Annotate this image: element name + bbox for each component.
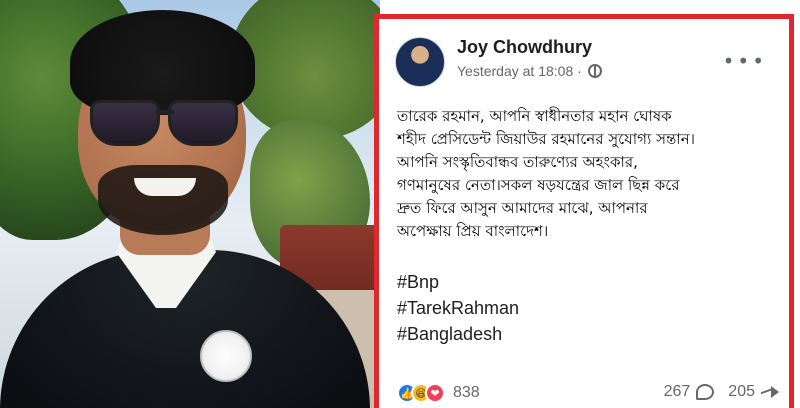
hashtag-link[interactable]: #Bnp xyxy=(397,269,519,295)
more-options-icon[interactable]: ••• xyxy=(723,51,767,71)
post-text-line: দ্রুত ফিরে আসুন আমাদের মাঝে, আপনার xyxy=(397,199,648,217)
author-avatar[interactable] xyxy=(395,37,445,87)
comment-icon xyxy=(696,384,715,400)
hashtag-link[interactable]: #TarekRahman xyxy=(397,295,519,321)
post-text-line: শহীদ প্রেসিডেন্ট জিয়াউর রহমানের সুযোগ্য… xyxy=(397,130,696,148)
lapel-badge xyxy=(200,330,252,382)
post-text-line: আপনি সংস্কৃতিবান্ধব তারুণ্যের অহংকার, xyxy=(397,153,638,171)
comment-count: 267 xyxy=(663,383,691,400)
reactions-summary[interactable]: 👍 😆 ❤ 838 xyxy=(397,383,480,403)
sunglasses-lens-right xyxy=(168,100,238,146)
author-name[interactable]: Joy Chowdhury xyxy=(457,37,592,58)
reaction-icons: 👍 😆 ❤ xyxy=(397,383,445,403)
post-stats: 267 205 xyxy=(664,383,779,401)
reaction-count: 838 xyxy=(453,384,480,401)
facebook-post-card: Joy Chowdhury Yesterday at 18:08 · ••• ত… xyxy=(374,14,794,408)
share-icon xyxy=(761,384,779,400)
hashtag-link[interactable]: #Bangladesh xyxy=(397,321,519,347)
globe-icon xyxy=(587,64,602,78)
post-text: তারেক রহমান, আপনি স্বাধীনতার মহান ঘোষক শ… xyxy=(397,105,775,243)
person-beard xyxy=(98,165,228,235)
love-reaction-icon: ❤ xyxy=(425,383,445,403)
shares-stat[interactable]: 205 xyxy=(728,383,779,401)
profile-photo xyxy=(0,0,380,408)
post-hashtags: #Bnp #TarekRahman #Bangladesh xyxy=(397,269,519,347)
share-count: 205 xyxy=(728,383,755,400)
post-header: Joy Chowdhury Yesterday at 18:08 · ••• xyxy=(395,33,777,87)
sunglasses xyxy=(90,100,240,152)
post-text-line: অপেক্ষায় প্রিয় বাংলাদেশ। xyxy=(397,222,549,240)
post-text-line: তারেক রহমান, আপনি স্বাধীনতার মহান ঘোষক xyxy=(397,107,672,125)
sunglasses-lens-left xyxy=(90,100,160,146)
sunglasses-bridge xyxy=(156,110,174,114)
post-text-line: গণমানুষের নেতা।সকল ষড়যন্ত্রের জাল ছিন্ন… xyxy=(397,176,680,194)
post-meta: Yesterday at 18:08 · xyxy=(457,63,602,79)
person-smile xyxy=(134,178,196,196)
comments-stat[interactable]: 267 xyxy=(664,383,715,401)
post-timestamp[interactable]: Yesterday at 18:08 · xyxy=(457,63,582,79)
